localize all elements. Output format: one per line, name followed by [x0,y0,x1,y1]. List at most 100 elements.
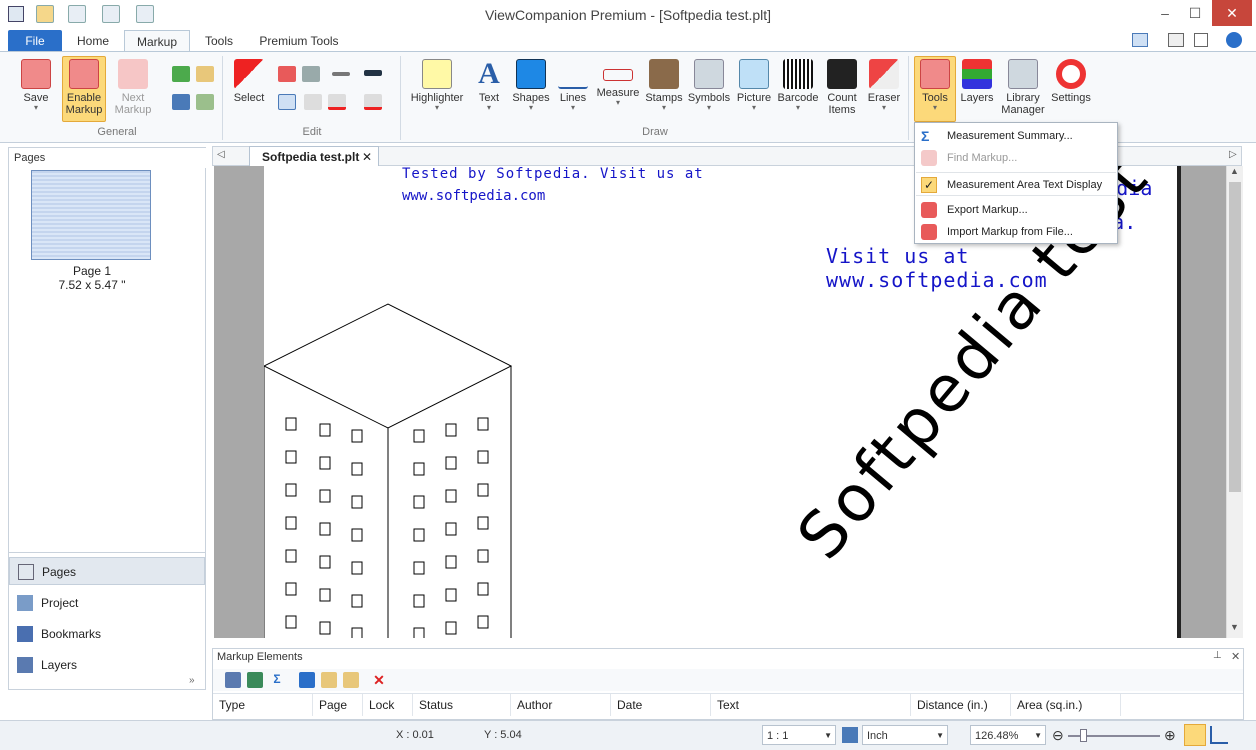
scroll-down-icon[interactable]: ▼ [1230,622,1239,632]
nav-layers[interactable]: Layers [9,651,205,679]
close-button[interactable]: ✕ [1212,0,1252,26]
highlighter-button[interactable]: Highlighter ▾ [404,56,470,122]
highlighter-icon [422,59,452,89]
gear-icon [1056,59,1086,89]
count-items-button[interactable]: Count Items [822,56,862,122]
building-window [413,561,425,575]
building-window [477,516,489,530]
column-lock[interactable]: Lock [363,694,413,716]
tab-tools[interactable]: Tools [196,30,242,52]
tools-button[interactable]: Tools ▾ [914,56,956,122]
tab-premium-tools[interactable]: Premium Tools [250,30,348,52]
home-icon[interactable] [196,94,214,110]
page-thumbnail[interactable] [31,170,151,260]
refresh-icon[interactable] [172,66,190,82]
column-date[interactable]: Date [611,694,711,716]
units-select[interactable]: Inch ▼ [862,725,948,745]
grid-select-icon[interactable] [278,94,296,110]
zoom-to-markup-icon[interactable] [247,672,263,688]
column-author[interactable]: Author [511,694,611,716]
restore-icon[interactable] [1194,33,1208,47]
stamps-button[interactable]: Stamps ▾ [644,56,684,122]
ortho-icon[interactable] [1210,726,1228,744]
pin-icon[interactable]: ⊥ [1213,650,1222,661]
tab-file[interactable]: File [8,30,62,52]
zoom-in-icon[interactable]: ⊕ [1164,725,1176,745]
barcode-button[interactable]: Barcode ▾ [776,56,820,122]
folder-icon[interactable] [321,672,337,688]
shapes-button[interactable]: Shapes ▾ [510,56,552,122]
minimize-button[interactable]: – [1150,0,1180,26]
scale-select[interactable]: 1 : 1 ▼ [762,725,836,745]
menu-item-area-text-display[interactable]: ✓ Measurement Area Text Display [916,172,1116,196]
library-icon [1008,59,1038,89]
column-status[interactable]: Status [413,694,511,716]
eraser-button[interactable]: Eraser ▾ [864,56,904,122]
panel-close-icon[interactable]: ✕ [1231,650,1240,663]
layers-button[interactable]: Layers [958,56,996,122]
maximize-button[interactable]: ☐ [1180,0,1210,26]
building-window [445,456,457,470]
building-window [351,528,363,542]
zoom-slider-thumb[interactable] [1080,729,1087,742]
pen-color-icon[interactable] [328,94,346,110]
line-style-icon[interactable] [332,72,350,76]
scroll-up-icon[interactable]: ▲ [1230,166,1239,176]
building-window [285,483,297,497]
project-icon [17,595,33,611]
enable-markup-button[interactable]: Enable Markup [62,56,106,122]
scroll-thumb[interactable] [1229,182,1241,492]
nav-project[interactable]: Project [9,589,205,617]
undo-icon[interactable] [278,66,296,82]
column-text[interactable]: Text [711,694,911,716]
help-icon[interactable] [1226,32,1242,48]
lines-button[interactable]: Lines ▾ [556,56,590,122]
tab-markup[interactable]: Markup [124,30,190,52]
measure-button[interactable]: Measure ▾ [594,56,642,122]
eyedropper-icon[interactable] [304,94,322,110]
vertical-scrollbar[interactable]: ▲ ▼ [1226,166,1243,638]
lock-icon[interactable] [172,94,190,110]
text-button[interactable]: A Text ▾ [472,56,506,122]
line-weight-icon[interactable] [364,70,382,76]
lines-icon [558,59,588,89]
next-markup-button[interactable]: Next Markup [110,56,156,122]
library-manager-button[interactable]: Library Manager [998,56,1048,122]
menu-item-measurement-summary[interactable]: Σ Measurement Summary... [916,124,1116,148]
select-button[interactable]: Select [228,56,270,122]
nav-pages[interactable]: Pages [9,557,205,585]
column-area[interactable]: Area (sq.in.) [1011,694,1121,716]
zoom-out-icon[interactable]: ⊖ [1052,725,1064,745]
symbols-button[interactable]: Symbols ▾ [686,56,732,122]
menu-item-import-markup[interactable]: Import Markup from File... [916,220,1116,244]
summary-icon[interactable]: Σ [269,672,285,688]
column-type[interactable]: Type [213,694,313,716]
fill-color-icon[interactable] [364,94,382,110]
save-button[interactable]: Save ▾ [14,56,58,122]
column-distance[interactable]: Distance (in.) [911,694,1011,716]
close-tab-icon[interactable]: ✕ [362,147,372,167]
lock-markup-icon[interactable] [343,672,359,688]
window-icon[interactable] [1168,33,1184,47]
units-icon[interactable] [842,727,858,743]
expand-chevron-icon[interactable]: » [189,675,195,686]
nav-bookmarks[interactable]: Bookmarks [9,620,205,648]
layout-icon[interactable] [1132,33,1148,47]
building-window [413,528,425,542]
menu-item-find-markup[interactable]: Find Markup... [916,146,1116,170]
tab-home[interactable]: Home [68,30,118,52]
zoom-select[interactable]: 126.48% ▼ [970,725,1046,745]
snap-icon[interactable] [1184,724,1206,746]
column-page[interactable]: Page [313,694,363,716]
picture-button[interactable]: Picture ▾ [734,56,774,122]
menu-item-export-markup[interactable]: Export Markup... [916,198,1116,222]
tab-scroll-right-icon[interactable]: ▷ [1229,149,1237,160]
delete-icon[interactable]: ✕ [371,672,387,688]
fill-pattern-icon[interactable] [302,66,320,82]
copy-icon[interactable] [196,66,214,82]
properties-icon[interactable] [225,672,241,688]
tab-scroll-left-icon[interactable]: ◁ [217,149,225,160]
document-tab[interactable]: Softpedia test.plt ✕ [249,146,379,167]
settings-button[interactable]: Settings [1048,56,1094,122]
move-icon[interactable] [299,672,315,688]
